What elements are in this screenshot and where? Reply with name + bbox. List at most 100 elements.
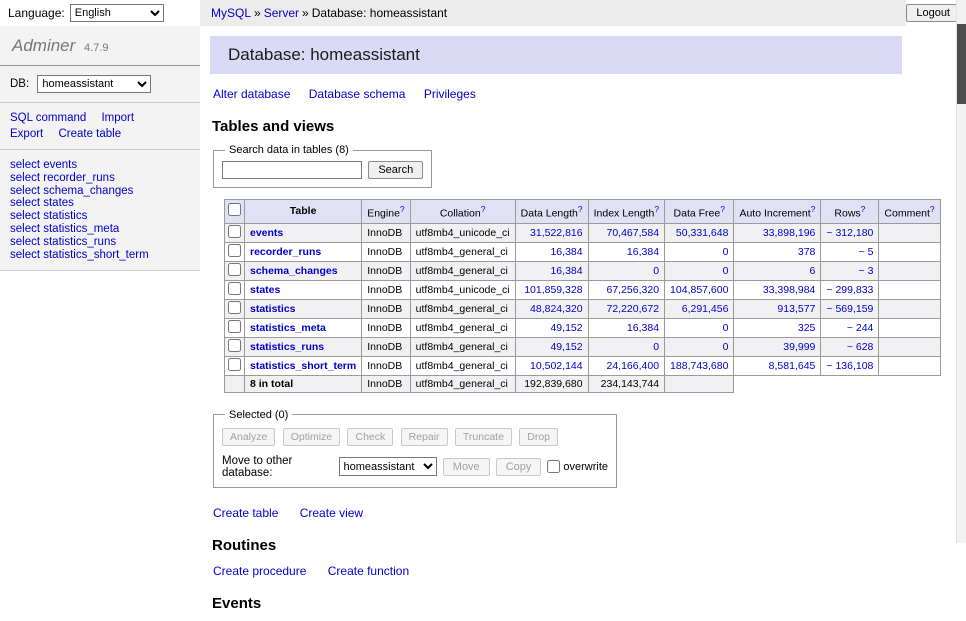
create-table-link[interactable]: Create table (213, 506, 278, 520)
sidebar-link-export[interactable]: Export (10, 128, 43, 140)
data-free-link[interactable]: 0 (723, 265, 729, 277)
analyze-button[interactable]: Analyze (222, 428, 275, 446)
index-length-link[interactable]: 16,384 (627, 246, 659, 258)
row-checkbox[interactable] (228, 263, 241, 276)
data-free-link[interactable]: 6,291,456 (682, 303, 729, 315)
data-free-link[interactable]: 104,857,600 (670, 284, 728, 296)
select-all-checkbox[interactable] (228, 203, 241, 216)
auto-increment-link[interactable]: 6 (810, 265, 816, 277)
row-checkbox[interactable] (228, 225, 241, 238)
row-checkbox[interactable] (228, 339, 241, 352)
rows-count-link[interactable]: ~ 244 (847, 322, 874, 334)
table-link[interactable]: statistics_meta (250, 322, 326, 334)
create-view-link[interactable]: Create view (300, 506, 363, 520)
search-input[interactable] (222, 161, 362, 179)
data-length-link[interactable]: 49,152 (550, 341, 582, 353)
data-free-link[interactable]: 0 (723, 246, 729, 258)
index-length-link[interactable]: 67,256,320 (606, 284, 659, 296)
copy-button[interactable]: Copy (496, 458, 542, 476)
rows-help-link[interactable]: ? (861, 204, 866, 214)
drop-button[interactable]: Drop (519, 428, 558, 446)
sidebar-item-select-recorder-runs[interactable]: select recorder_runs (10, 172, 190, 185)
comment-help-link[interactable]: ? (930, 204, 935, 214)
index-length-link[interactable]: 0 (653, 265, 659, 277)
auto-increment-link[interactable]: 325 (798, 322, 816, 334)
data-free-link[interactable]: 0 (723, 341, 729, 353)
collation-help-link[interactable]: ? (481, 204, 486, 214)
data-length-link[interactable]: 10,502,144 (530, 360, 583, 372)
table-link[interactable]: schema_changes (250, 265, 338, 277)
table-link[interactable]: events (250, 227, 283, 239)
auto-increment-link[interactable]: 39,999 (783, 341, 815, 353)
data-free-link[interactable]: 0 (723, 322, 729, 334)
data-length-link[interactable]: 101,859,328 (524, 284, 582, 296)
data-length-link[interactable]: 49,152 (550, 322, 582, 334)
breadcrumb-link-mysql[interactable]: MySQL (211, 6, 251, 20)
optimize-button[interactable]: Optimize (283, 428, 340, 446)
table-link[interactable]: states (250, 284, 280, 296)
data-length-help-link[interactable]: ? (578, 204, 583, 214)
sidebar-item-select-statistics-runs[interactable]: select statistics_runs (10, 236, 190, 249)
rows-count-link[interactable]: ~ 299,833 (826, 284, 873, 296)
index-length-help-link[interactable]: ? (654, 204, 659, 214)
check-button[interactable]: Check (347, 428, 393, 446)
rows-count-link[interactable]: ~ 136,108 (826, 360, 873, 372)
rows-count-link[interactable]: ~ 628 (847, 341, 874, 353)
alter-database-link[interactable]: Alter database (213, 87, 290, 101)
logout-button[interactable]: Logout (906, 4, 960, 22)
row-checkbox[interactable] (228, 320, 241, 333)
auto-increment-link[interactable]: 378 (798, 246, 816, 258)
sidebar-item-select-statistics[interactable]: select statistics (10, 210, 190, 223)
data-length-link[interactable]: 31,522,816 (530, 227, 583, 239)
sidebar-link-sql-command[interactable]: SQL command (10, 112, 86, 124)
database-schema-link[interactable]: Database schema (309, 87, 406, 101)
index-length-link[interactable]: 70,467,584 (606, 227, 659, 239)
truncate-button[interactable]: Truncate (455, 428, 512, 446)
row-checkbox[interactable] (228, 244, 241, 257)
index-length-link[interactable]: 0 (653, 341, 659, 353)
table-link[interactable]: statistics (250, 303, 296, 315)
data-length-link[interactable]: 16,384 (550, 246, 582, 258)
index-length-link[interactable]: 16,384 (627, 322, 659, 334)
sidebar-item-select-statistics-meta[interactable]: select statistics_meta (10, 223, 190, 236)
index-length-link[interactable]: 72,220,672 (606, 303, 659, 315)
scrollbar-thumb[interactable] (957, 24, 966, 104)
rows-count-link[interactable]: ~ 5 (859, 246, 874, 258)
auto-increment-link[interactable]: 8,581,645 (769, 360, 816, 372)
row-checkbox[interactable] (228, 358, 241, 371)
privileges-link[interactable]: Privileges (424, 87, 476, 101)
data-length-link[interactable]: 16,384 (550, 265, 582, 277)
table-link[interactable]: recorder_runs (250, 246, 321, 258)
overwrite-checkbox[interactable] (547, 460, 560, 473)
repair-button[interactable]: Repair (401, 428, 448, 446)
row-checkbox[interactable] (228, 282, 241, 295)
breadcrumb-link-server[interactable]: Server (264, 6, 299, 20)
scrollbar[interactable] (956, 0, 966, 543)
auto-increment-link[interactable]: 33,898,196 (763, 227, 816, 239)
language-select[interactable]: English (70, 4, 164, 22)
db-select[interactable]: homeassistant (37, 75, 151, 93)
create-procedure-link[interactable]: Create procedure (213, 564, 306, 578)
sidebar-item-select-statistics-short-term[interactable]: select statistics_short_term (10, 249, 190, 262)
rows-count-link[interactable]: ~ 569,159 (826, 303, 873, 315)
table-link[interactable]: statistics_short_term (250, 360, 356, 372)
data-free-help-link[interactable]: ? (720, 204, 725, 214)
auto-increment-link[interactable]: 913,577 (777, 303, 815, 315)
sidebar-link-import[interactable]: Import (101, 112, 134, 124)
rows-count-link[interactable]: ~ 3 (859, 265, 874, 277)
row-checkbox[interactable] (228, 301, 241, 314)
data-free-link[interactable]: 188,743,680 (670, 360, 728, 372)
move-button[interactable]: Move (443, 458, 490, 476)
auto-increment-help-link[interactable]: ? (811, 204, 816, 214)
move-db-select[interactable]: homeassistant (339, 457, 437, 476)
engine-help-link[interactable]: ? (400, 204, 405, 214)
index-length-link[interactable]: 24,166,400 (606, 360, 659, 372)
sidebar-item-select-events[interactable]: select events (10, 159, 190, 172)
sidebar-item-select-states[interactable]: select states (10, 197, 190, 210)
rows-count-link[interactable]: ~ 312,180 (826, 227, 873, 239)
data-length-link[interactable]: 48,824,320 (530, 303, 583, 315)
create-function-link[interactable]: Create function (328, 564, 409, 578)
search-button[interactable]: Search (368, 161, 423, 179)
data-free-link[interactable]: 50,331,648 (676, 227, 729, 239)
auto-increment-link[interactable]: 33,398,984 (763, 284, 816, 296)
